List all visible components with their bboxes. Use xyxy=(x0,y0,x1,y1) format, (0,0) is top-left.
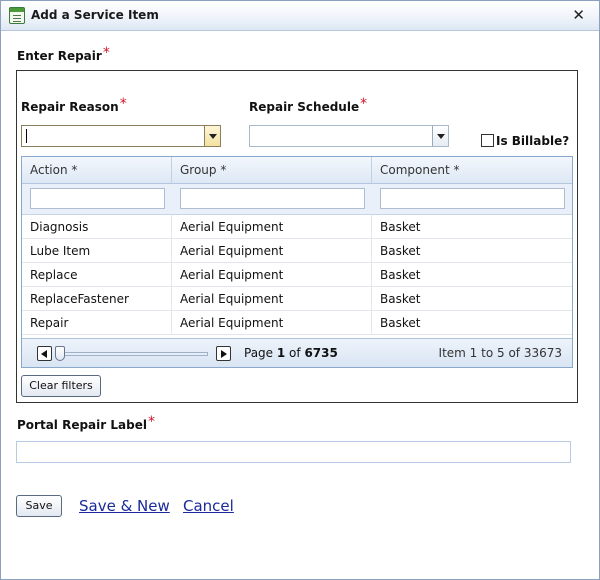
repair-schedule-label: Repair Schedule xyxy=(249,100,360,114)
enter-repair-panel: Repair Reason* Repair Schedule* Is Billa… xyxy=(16,70,578,403)
previous-page-button[interactable] xyxy=(37,346,52,361)
save-button[interactable]: Save xyxy=(16,495,62,517)
group-cell: Aerial Equipment xyxy=(172,311,372,335)
component-filter-input[interactable] xyxy=(380,188,565,209)
component-cell: Basket xyxy=(380,316,421,330)
grid-header: Action * Group * Component * xyxy=(22,157,572,184)
portal-repair-label-input[interactable] xyxy=(16,441,571,463)
column-header-group[interactable]: Group * xyxy=(172,157,372,184)
required-marker: * xyxy=(119,96,127,112)
action-cell: Diagnosis xyxy=(22,215,172,239)
text-caret xyxy=(26,129,27,143)
cancel-link[interactable]: Cancel xyxy=(183,497,234,515)
portal-repair-label: Portal Repair Label xyxy=(17,418,147,432)
repair-reason-label: Repair Reason xyxy=(21,100,119,114)
action-filter-input[interactable] xyxy=(30,188,165,209)
enter-repair-label: Enter Repair xyxy=(17,49,102,63)
page-prefix: Page xyxy=(244,346,277,360)
dialog-window: Add a Service Item ✕ Enter Repair* Repai… xyxy=(0,0,600,580)
component-cell: Basket xyxy=(380,220,421,234)
table-row[interactable]: Replace Aerial Equipment Basket xyxy=(22,263,572,287)
clear-filters-button[interactable]: Clear filters xyxy=(21,375,101,397)
component-cell: Basket xyxy=(380,268,421,282)
title-bar[interactable]: Add a Service Item ✕ xyxy=(1,1,599,31)
grid-pager: Page 1 of 6735 Item 1 to 5 of 33673 xyxy=(22,338,572,367)
repair-reason-heading: Repair Reason* xyxy=(21,96,127,115)
table-row[interactable]: ReplaceFastener Aerial Equipment Basket xyxy=(22,287,572,311)
chevron-down-icon[interactable] xyxy=(204,126,220,146)
required-marker: * xyxy=(102,45,110,61)
enter-repair-heading: Enter Repair* xyxy=(17,45,110,64)
of-word: of xyxy=(285,346,305,360)
group-filter-input[interactable] xyxy=(180,188,365,209)
table-row[interactable]: Diagnosis Aerial Equipment Basket xyxy=(22,215,572,239)
group-cell: Aerial Equipment xyxy=(172,263,372,287)
column-header-component[interactable]: Component * xyxy=(372,157,572,184)
table-row[interactable]: Repair Aerial Equipment Basket xyxy=(22,311,572,335)
is-billable-label: Is Billable? xyxy=(496,134,570,148)
item-range-info: Item 1 to 5 of 33673 xyxy=(438,346,562,360)
close-icon[interactable]: ✕ xyxy=(572,6,585,24)
form-icon xyxy=(9,7,25,24)
column-header-action[interactable]: Action * xyxy=(22,157,172,184)
action-cell: Replace xyxy=(22,263,172,287)
group-cell: Aerial Equipment xyxy=(172,287,372,311)
repair-grid: Action * Group * Component * Diagnosis A… xyxy=(21,156,573,368)
action-cell: ReplaceFastener xyxy=(22,287,172,311)
next-page-button[interactable] xyxy=(216,346,231,361)
dialog-title: Add a Service Item xyxy=(31,8,159,22)
table-row[interactable]: Lube Item Aerial Equipment Basket xyxy=(22,239,572,263)
page-indicator: Page 1 of 6735 xyxy=(244,346,338,360)
current-page: 1 xyxy=(276,346,286,360)
component-cell: Basket xyxy=(380,244,421,258)
component-cell: Basket xyxy=(380,292,421,306)
repair-schedule-combobox[interactable] xyxy=(249,125,449,147)
total-pages: 6735 xyxy=(304,346,338,360)
save-and-new-link[interactable]: Save & New xyxy=(79,497,170,515)
group-cell: Aerial Equipment xyxy=(172,215,372,239)
action-cell: Lube Item xyxy=(22,239,172,263)
repair-schedule-heading: Repair Schedule* xyxy=(249,96,368,115)
is-billable-checkbox[interactable] xyxy=(481,134,494,147)
page-slider-thumb[interactable] xyxy=(55,346,65,361)
required-marker: * xyxy=(360,96,368,112)
portal-repair-heading: Portal Repair Label* xyxy=(17,414,155,433)
required-marker: * xyxy=(147,414,155,430)
repair-reason-combobox[interactable] xyxy=(21,125,221,147)
action-cell: Repair xyxy=(22,311,172,335)
group-cell: Aerial Equipment xyxy=(172,239,372,263)
chevron-down-icon[interactable] xyxy=(432,126,448,146)
page-slider-track[interactable] xyxy=(60,352,208,356)
filter-row xyxy=(22,184,572,215)
